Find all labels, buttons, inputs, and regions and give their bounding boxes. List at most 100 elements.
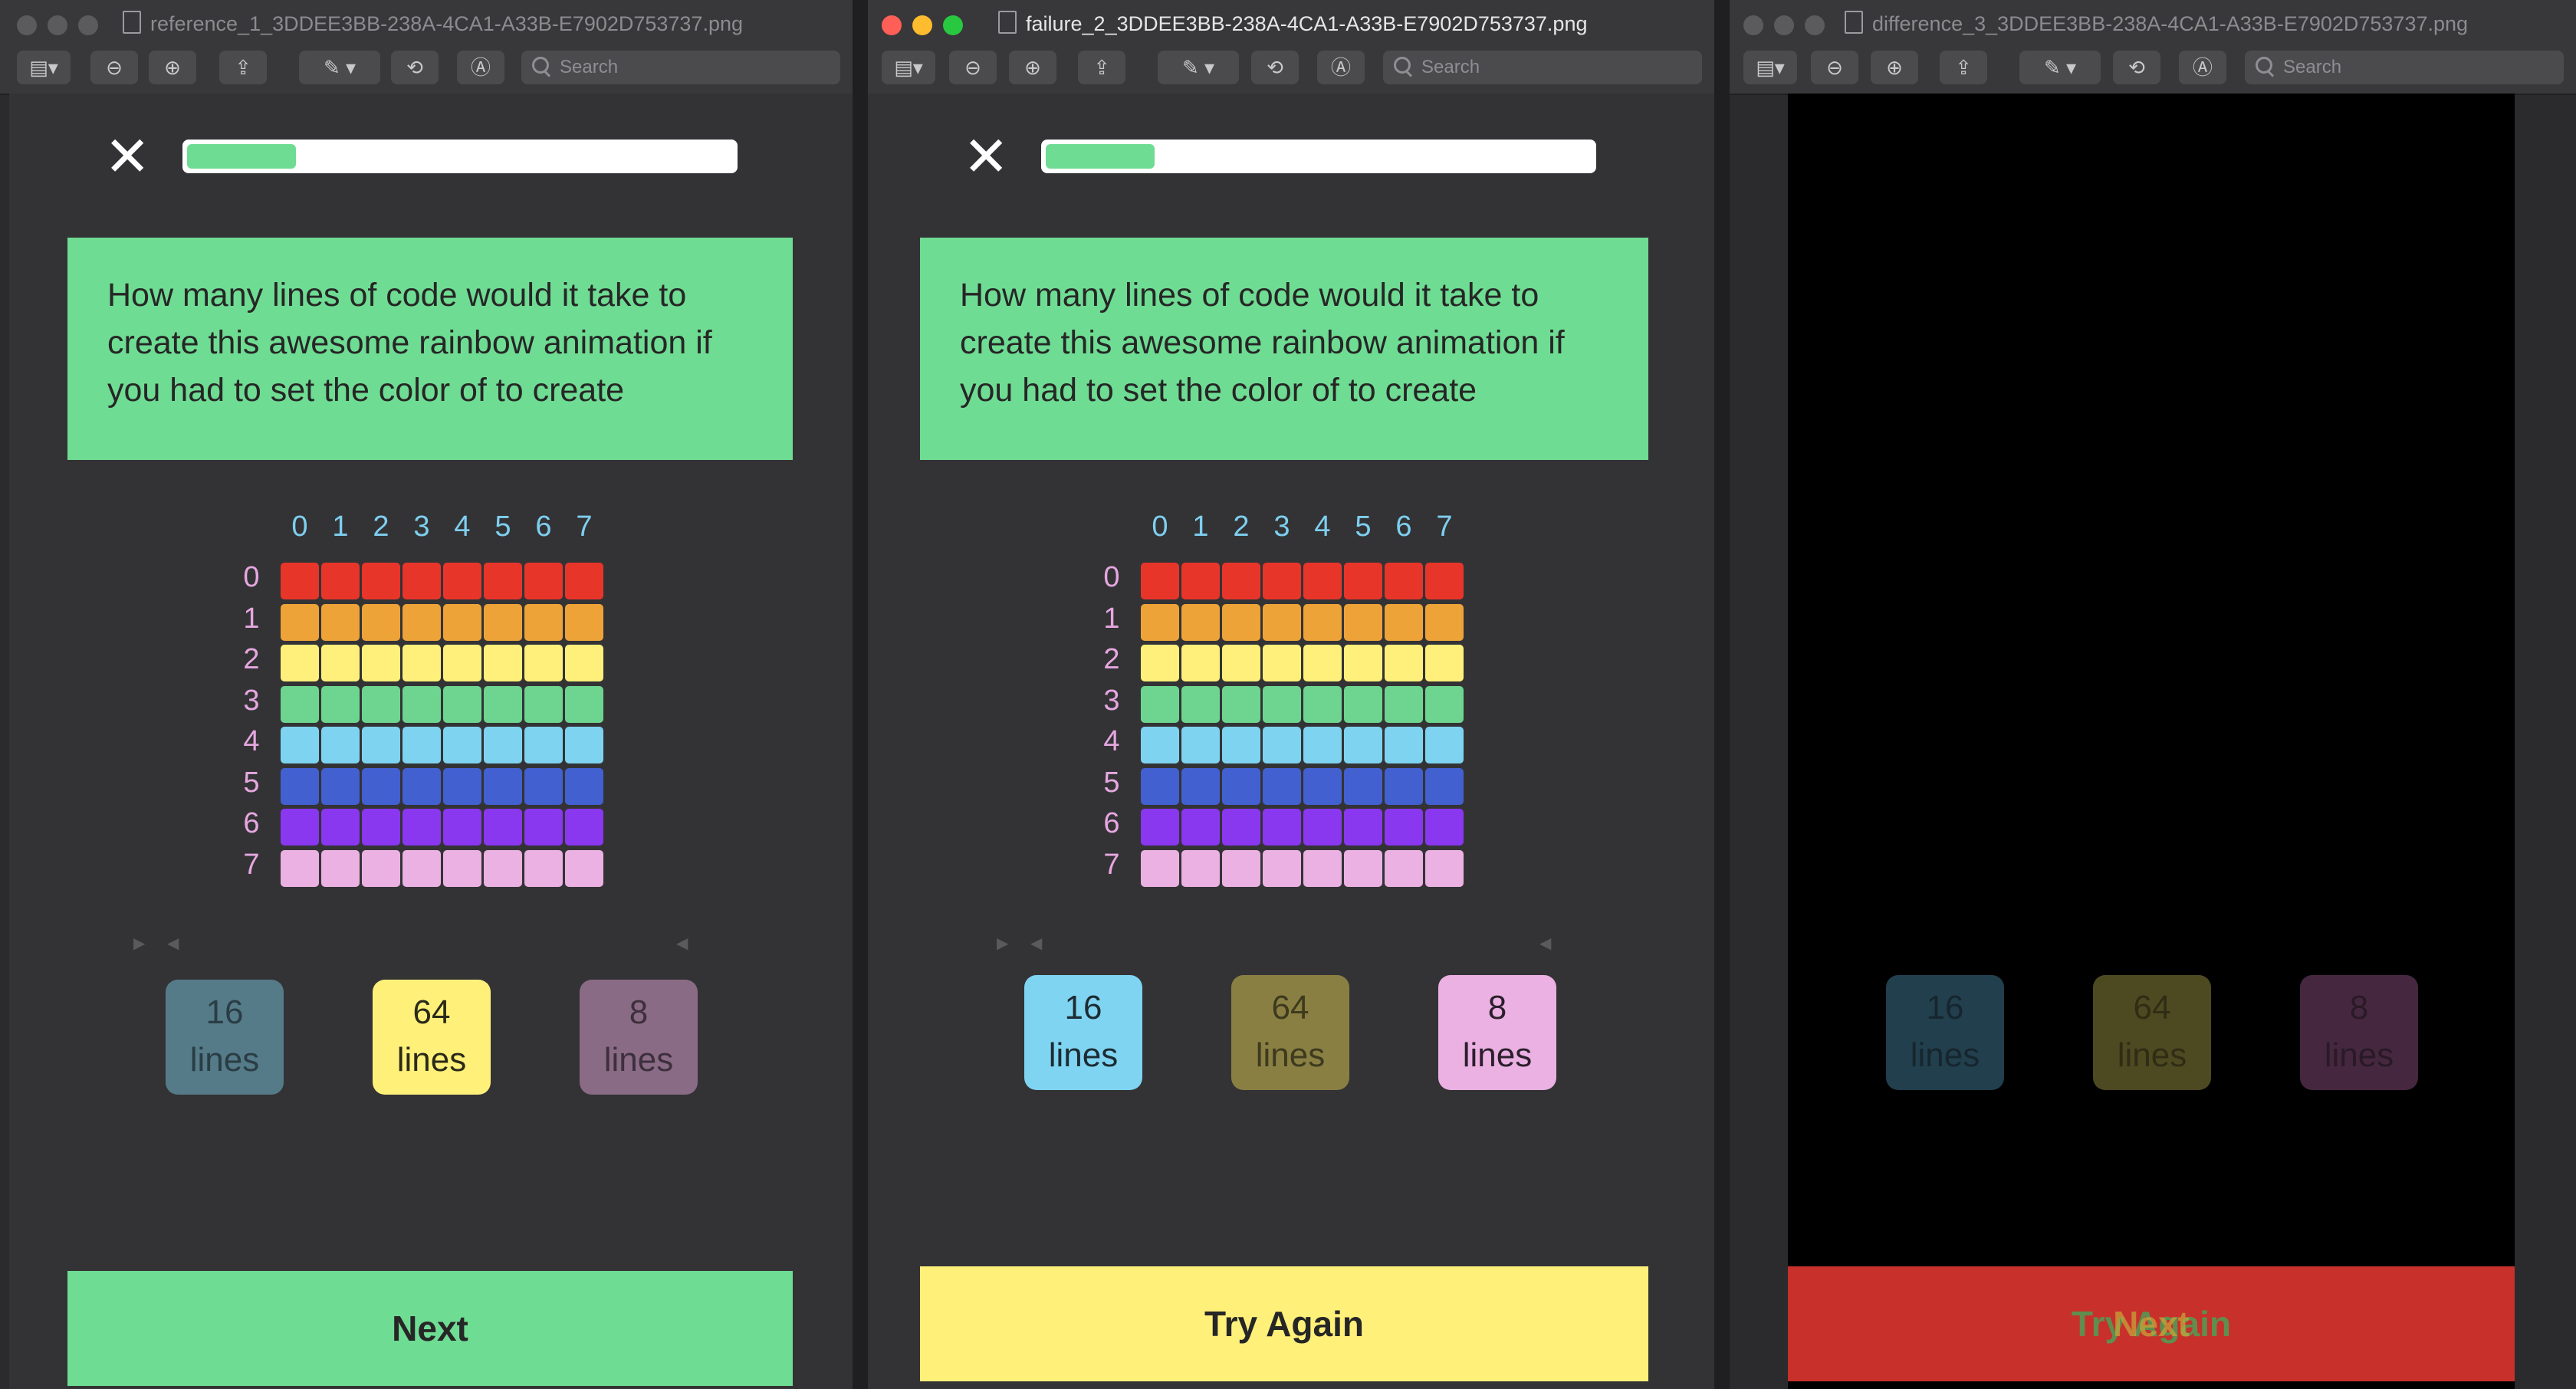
close-window-button[interactable] [1743, 15, 1763, 35]
grid-cell [1303, 767, 1342, 805]
rotate-button[interactable]: ⟲ [2113, 51, 2160, 84]
zoom-in-button[interactable]: ⊕ [149, 51, 196, 84]
option-unit: lines [1048, 1036, 1119, 1074]
option-number: 16 [1926, 989, 1964, 1026]
preview-window-reference[interactable]: reference_1_3DDEE3BB-238A-4CA1-A33B-E790… [0, 0, 853, 1389]
next-button[interactable]: Next [67, 1271, 793, 1386]
answer-option-8-lines[interactable]: 8 lines [1438, 975, 1556, 1090]
markup-button[interactable]: ✎ ▾ [1158, 51, 1239, 84]
grid-cell [1385, 767, 1423, 805]
grid-cell [1344, 767, 1382, 805]
zoom-out-button[interactable]: ⊖ [949, 51, 997, 84]
preview-window-difference[interactable]: difference_3_3DDEE3BB-238A-4CA1-A33B-E79… [1730, 0, 2576, 1389]
close-icon[interactable]: ✕ [104, 130, 150, 185]
option-unit: lines [603, 1041, 674, 1079]
document-icon [123, 11, 141, 34]
close-window-button[interactable] [17, 15, 37, 35]
grid-cell [443, 849, 481, 887]
option-number: 8 [629, 993, 649, 1031]
zoom-in-button[interactable]: ⊕ [1009, 51, 1056, 84]
zoom-out-button[interactable]: ⊖ [90, 51, 138, 84]
answer-option-8-lines[interactable]: 8 lines [2300, 975, 2418, 1090]
preview-window-failure[interactable]: failure_2_3DDEE3BB-238A-4CA1-A33B-E7902D… [868, 0, 1714, 1389]
rotate-button[interactable]: ⟲ [391, 51, 439, 84]
progress-bar [1041, 140, 1596, 173]
answer-option-16-lines[interactable]: 16 lines [1886, 975, 2004, 1090]
grid-cell [402, 727, 441, 763]
grid-cell [1344, 727, 1382, 763]
grid-cell [402, 685, 441, 723]
grid-cell [1425, 849, 1464, 887]
sidebar-toggle-button[interactable]: ▤▾ [882, 51, 935, 84]
grid-cell [281, 809, 319, 846]
grid-cell [362, 727, 400, 763]
sidebar-toggle-button[interactable]: ▤▾ [17, 51, 71, 84]
minimize-window-button[interactable] [48, 15, 67, 35]
title-bar[interactable]: reference_1_3DDEE3BB-238A-4CA1-A33B-E790… [0, 0, 853, 43]
minimize-window-button[interactable] [1774, 15, 1794, 35]
grid-cell [1303, 645, 1342, 681]
markup-button[interactable]: ✎ ▾ [299, 51, 380, 84]
search-field[interactable]: Search [1383, 51, 1702, 84]
rotate-button[interactable]: ⟲ [1251, 51, 1299, 84]
title-bar[interactable]: difference_3_3DDEE3BB-238A-4CA1-A33B-E79… [1730, 0, 2576, 43]
grid-column-number: 7 [576, 511, 593, 543]
grid-cell [1141, 563, 1179, 599]
grid-cell [1344, 603, 1382, 641]
grid-cell [443, 685, 481, 723]
grid-cell [1425, 563, 1464, 599]
document-icon [1845, 11, 1863, 34]
answer-option-8-lines[interactable]: 8 lines [580, 980, 698, 1095]
grid-row-number: 0 [243, 561, 260, 593]
scroll-left-marker: ◀ [676, 935, 688, 952]
share-button[interactable]: ⇪ [1078, 51, 1125, 84]
answer-option-16-lines[interactable]: 16 lines [166, 980, 284, 1095]
grid-cell [1263, 767, 1301, 805]
grid-cell [1425, 603, 1464, 641]
answer-option-64-lines[interactable]: 64 lines [373, 980, 491, 1095]
grid-cell [321, 563, 360, 599]
share-button[interactable]: ⇪ [219, 51, 267, 84]
question-card: How many lines of code would it take to … [920, 238, 1648, 460]
annotate-button[interactable]: Ⓐ [2179, 51, 2226, 84]
grid-cell [565, 767, 603, 805]
close-window-button[interactable] [882, 15, 902, 35]
zoom-window-button[interactable] [1805, 15, 1825, 35]
answer-option-16-lines[interactable]: 16 lines [1024, 975, 1142, 1090]
title-bar[interactable]: failure_2_3DDEE3BB-238A-4CA1-A33B-E7902D… [868, 0, 1714, 43]
grid-cell [1303, 685, 1342, 723]
search-icon [1394, 57, 1411, 74]
search-field[interactable]: Search [2245, 51, 2564, 84]
zoom-out-button[interactable]: ⊖ [1811, 51, 1858, 84]
grid-cell [1344, 685, 1382, 723]
zoom-window-button[interactable] [78, 15, 98, 35]
grid-cell [1385, 809, 1423, 846]
grid-cell [443, 767, 481, 805]
grid-cell [1385, 685, 1423, 723]
search-icon [2256, 57, 2272, 74]
grid-cell [402, 849, 441, 887]
grid-column-number: 2 [373, 511, 389, 543]
grid-cell [362, 849, 400, 887]
grid-cell [1344, 563, 1382, 599]
try-again-button[interactable]: Try Again [920, 1266, 1648, 1381]
sidebar-toggle-button[interactable]: ▤▾ [1743, 51, 1797, 84]
grid-cell [1181, 809, 1220, 846]
annotate-button[interactable]: Ⓐ [1317, 51, 1365, 84]
markup-button[interactable]: ✎ ▾ [2019, 51, 2101, 84]
annotate-button[interactable]: Ⓐ [457, 51, 504, 84]
answer-option-64-lines[interactable]: 64 lines [2093, 975, 2211, 1090]
share-button[interactable]: ⇪ [1940, 51, 1987, 84]
scroll-left-marker: ◀ [167, 935, 179, 952]
grid-cell [1181, 603, 1220, 641]
zoom-window-button[interactable] [943, 15, 963, 35]
close-icon[interactable]: ✕ [963, 130, 1009, 185]
answer-option-64-lines[interactable]: 64 lines [1231, 975, 1349, 1090]
diff-button[interactable]: Try Again Next [1788, 1266, 2515, 1381]
search-field[interactable]: Search [521, 51, 840, 84]
option-number: 64 [412, 993, 451, 1031]
minimize-window-button[interactable] [912, 15, 932, 35]
grid-row-number: 7 [1103, 848, 1120, 881]
zoom-in-button[interactable]: ⊕ [1871, 51, 1918, 84]
grid-cell [1181, 685, 1220, 723]
